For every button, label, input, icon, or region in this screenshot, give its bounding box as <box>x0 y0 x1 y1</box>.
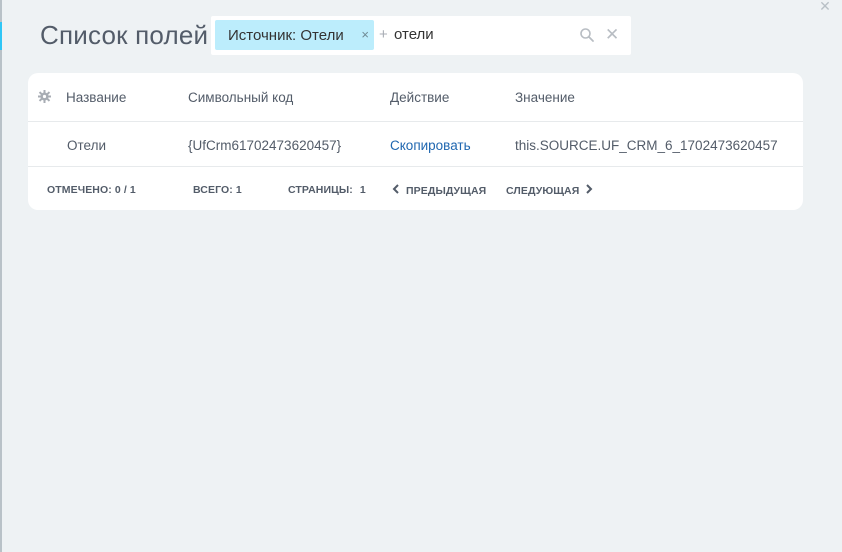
checked-counter: ОТМЕЧЕНО: 0 / 1 <box>47 183 136 197</box>
chevron-left-icon <box>392 183 400 197</box>
next-page-button[interactable]: СЛЕДУЮЩАЯ <box>506 183 593 198</box>
gear-icon[interactable] <box>38 90 51 103</box>
search-box[interactable]: Источник: Отели × + отели ✕ <box>211 16 631 55</box>
cell-code: {UfCrm61702473620457} <box>188 138 342 153</box>
checked-label: ОТМЕЧЕНО: <box>47 184 112 196</box>
prev-page-button[interactable]: ПРЕДЫДУЩАЯ <box>392 183 486 198</box>
filter-tag-label: Источник: Отели <box>228 26 344 44</box>
column-header-action[interactable]: Действие <box>390 89 449 107</box>
filter-tag-remove-icon[interactable]: × <box>361 27 369 43</box>
pages-counter: СТРАНИЦЫ: 1 <box>288 183 366 197</box>
clear-search-icon[interactable]: ✕ <box>605 26 619 43</box>
search-input[interactable]: отели <box>394 26 434 44</box>
chevron-right-icon <box>585 183 593 197</box>
table-row[interactable]: Отели {UfCrm61702473620457} Скопировать … <box>28 122 803 167</box>
add-filter-icon[interactable]: + <box>379 27 388 43</box>
total-counter: ВСЕГО: 1 <box>193 183 242 197</box>
left-accent <box>0 22 2 50</box>
total-label: ВСЕГО: <box>193 184 233 196</box>
column-header-code[interactable]: Символьный код <box>188 89 293 107</box>
checked-value: 0 / 1 <box>114 184 136 196</box>
cell-name: Отели <box>67 138 107 153</box>
copy-link[interactable]: Скопировать <box>390 137 471 155</box>
prev-page-label: ПРЕДЫДУЩАЯ <box>406 185 487 197</box>
cell-value: this.SOURCE.UF_CRM_6_1702473620457 <box>515 138 778 153</box>
grid-footer: ОТМЕЧЕНО: 0 / 1 ВСЕГО: 1 СТРАНИЦЫ: 1 ПРЕ… <box>28 181 803 201</box>
left-edge <box>0 0 2 552</box>
close-icon[interactable]: ✕ <box>818 0 832 13</box>
grid-header: Название Символьный код Действие Значени… <box>28 73 803 122</box>
search-icon[interactable] <box>579 27 595 43</box>
pages-label: СТРАНИЦЫ: <box>288 184 353 196</box>
next-page-label: СЛЕДУЮЩАЯ <box>506 185 580 197</box>
column-header-name[interactable]: Название <box>66 89 126 107</box>
page-title: Список полей <box>40 20 209 50</box>
fields-grid: Название Символьный код Действие Значени… <box>28 73 803 210</box>
total-value: 1 <box>235 184 242 196</box>
pages-value: 1 <box>359 184 366 196</box>
column-header-value[interactable]: Значение <box>515 89 575 107</box>
filter-tag[interactable]: Источник: Отели × <box>215 20 374 50</box>
